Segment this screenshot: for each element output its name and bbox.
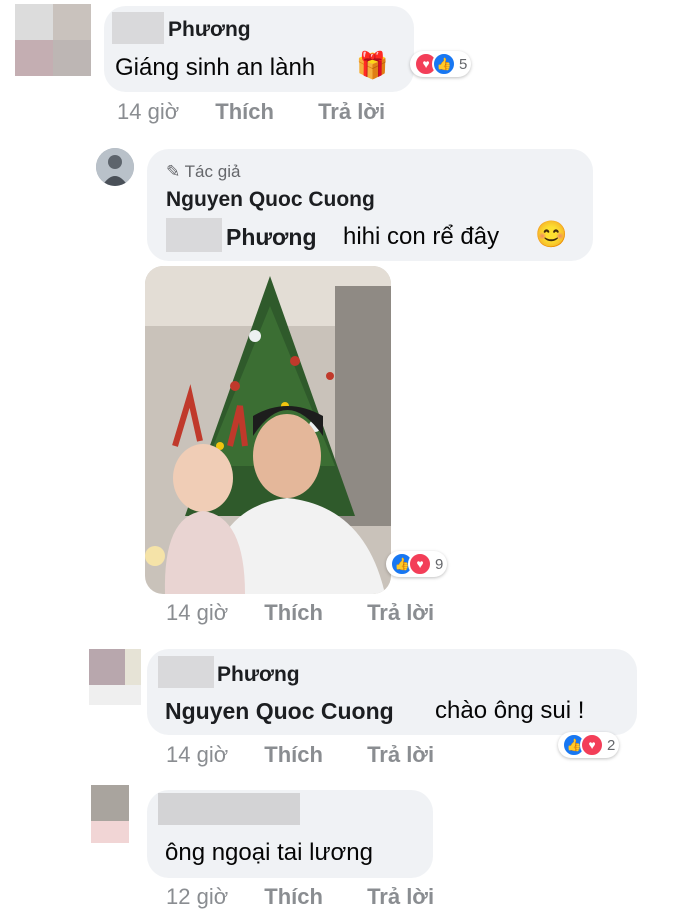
comment-time[interactable]: 14 giờ [166,600,228,626]
reaction-summary[interactable]: 👍 ♥ 2 [558,732,620,758]
like-reaction-icon: 👍 [432,52,456,76]
avatar-blurred[interactable] [91,785,129,843]
christmas-tree-photo [145,266,391,594]
reaction-count: 9 [435,555,444,573]
comment-actions: 14 giờ Thích Trả lời [166,742,434,768]
reaction-count: 5 [459,55,468,73]
comment-actions: 12 giờ Thích Trả lời [166,884,434,910]
reply-button[interactable]: Trả lời [318,99,385,125]
avatar-blurred[interactable] [15,4,91,76]
comment-actions: 14 giờ Thích Trả lời [166,600,434,626]
comment-author[interactable]: Phương [217,663,300,687]
avatar-image [96,148,134,186]
author-badge-label: Tác giả [184,162,241,181]
attached-photo[interactable] [145,266,391,594]
comment-text: Giáng sinh an lành [115,54,316,81]
pencil-icon: ✎ [166,162,181,181]
comment-time[interactable]: 14 giờ [117,99,179,125]
reaction-count: 2 [607,736,616,754]
comment-text: ông ngoại tai lương [165,839,373,866]
comment-author[interactable]: Phương [168,18,251,42]
blurred-name-prefix [158,656,214,688]
comment-text: chào ông sui ! [435,697,585,724]
like-button[interactable]: Thích [264,600,323,626]
avatar-author[interactable] [96,148,134,186]
blurred-mention-prefix [166,218,222,252]
comment-actions: 14 giờ Thích Trả lời [117,99,385,125]
comment-text: hihi con rể đây [343,223,500,250]
reply-button[interactable]: Trả lời [367,742,434,768]
like-button[interactable]: Thích [215,99,274,125]
love-reaction-icon: ♥ [580,733,604,757]
mention[interactable]: Phương [226,224,317,251]
like-button[interactable]: Thích [264,884,323,910]
mention[interactable]: Nguyen Quoc Cuong [165,698,394,725]
blurred-author-name[interactable] [158,793,300,825]
reply-button[interactable]: Trả lời [367,600,434,626]
reply-button[interactable]: Trả lời [367,884,434,910]
avatar-blurred[interactable] [89,649,141,705]
like-button[interactable]: Thích [264,742,323,768]
love-reaction-icon: ♥ [408,552,432,576]
author-badge: ✎ Tác giả [166,162,240,182]
blurred-name-prefix [112,12,164,44]
comment-time[interactable]: 12 giờ [166,884,228,910]
reaction-summary[interactable]: ♥ 👍 5 [410,51,472,77]
comment-author[interactable]: Nguyen Quoc Cuong [166,188,375,212]
reaction-summary[interactable]: 👍 ♥ 9 [386,551,448,577]
gift-emoji: 🎁 [356,50,389,80]
smile-emoji: 😊 [535,219,568,249]
comment-time[interactable]: 14 giờ [166,742,228,768]
